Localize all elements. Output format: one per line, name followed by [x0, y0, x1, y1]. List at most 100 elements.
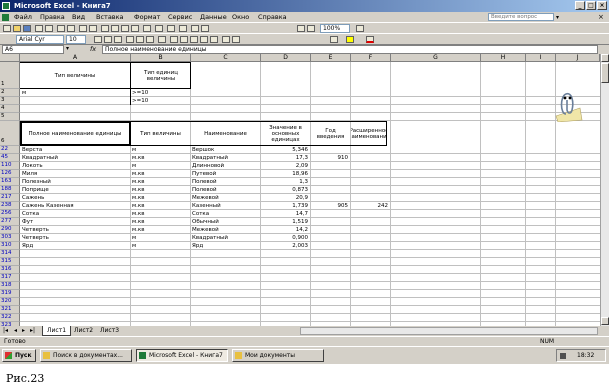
row-header[interactable]: 217 — [0, 194, 20, 202]
header-name[interactable]: Наименование — [191, 121, 260, 146]
save-icon[interactable] — [23, 25, 31, 32]
scroll-down-button[interactable] — [601, 317, 609, 325]
row-header-4[interactable]: 4 — [0, 105, 20, 113]
last-sheet-icon[interactable]: ▸| — [30, 327, 35, 334]
close-button[interactable]: × — [597, 1, 607, 10]
row-header[interactable]: 319 — [0, 290, 20, 298]
menu-help[interactable]: Справка — [258, 12, 287, 22]
italic-icon[interactable] — [104, 36, 112, 43]
sort-descending-icon[interactable] — [201, 25, 209, 32]
sort-ascending-icon[interactable] — [191, 25, 199, 32]
row-header-3[interactable]: 3 — [0, 97, 20, 105]
row-header[interactable]: 110 — [0, 162, 20, 170]
increase-indent-icon[interactable] — [232, 36, 240, 43]
merge-center-icon[interactable] — [158, 36, 166, 43]
new-icon[interactable] — [3, 25, 11, 32]
row-header[interactable]: 126 — [0, 170, 20, 178]
row-header[interactable]: 318 — [0, 282, 20, 290]
column-header-e[interactable]: E — [311, 54, 351, 62]
row-header-6[interactable]: 6 — [0, 121, 20, 146]
align-left-icon[interactable] — [126, 36, 134, 43]
menu-insert[interactable]: Вставка — [96, 12, 124, 22]
hyperlink-icon[interactable] — [167, 25, 175, 32]
permission-icon[interactable] — [35, 25, 43, 32]
horizontal-scrollbar[interactable] — [300, 327, 598, 335]
chart-wizard-icon[interactable] — [297, 25, 305, 32]
drawing-icon[interactable] — [307, 25, 315, 32]
row-header[interactable]: 163 — [0, 178, 20, 186]
header-extended-name[interactable]: Расширенное наименование — [351, 121, 387, 146]
row-header[interactable]: 22 — [0, 146, 20, 154]
header-quantity-type[interactable]: Тип величины — [131, 121, 190, 146]
font-select[interactable]: Arial Cyr — [16, 35, 64, 44]
borders-icon[interactable] — [330, 36, 338, 43]
worksheet-grid[interactable]: A B C D E F G H I J 1 2 3 4 5 Тип величи… — [0, 54, 600, 326]
column-header-c[interactable]: C — [191, 54, 261, 62]
font-size-select[interactable]: 10 — [66, 35, 86, 44]
column-header-b[interactable]: B — [131, 54, 191, 62]
row-header[interactable]: 310 — [0, 242, 20, 250]
speaker-icon[interactable] — [560, 353, 566, 359]
tab-sheet2[interactable]: Лист2 — [74, 326, 93, 335]
open-icon[interactable] — [13, 25, 21, 32]
autosum-icon[interactable] — [179, 25, 187, 32]
underline-icon[interactable] — [114, 36, 122, 43]
criteria-value[interactable]: >=10 — [132, 89, 148, 97]
column-header-j[interactable]: J — [556, 54, 600, 62]
tab-sheet1[interactable]: Лист1 — [42, 326, 72, 336]
formula-input[interactable]: Полное наименование единицы — [102, 45, 598, 54]
criteria-value[interactable]: >=10 — [132, 97, 148, 105]
column-header-g[interactable]: G — [391, 54, 481, 62]
vertical-scrollbar[interactable] — [600, 54, 609, 326]
email-icon[interactable] — [45, 25, 53, 32]
paste-icon[interactable] — [121, 25, 129, 32]
scroll-thumb[interactable] — [601, 63, 609, 83]
tab-sheet3[interactable]: Лист3 — [100, 326, 119, 335]
font-color-icon[interactable] — [366, 36, 374, 43]
cut-icon[interactable] — [101, 25, 109, 32]
help-icon[interactable] — [356, 25, 364, 32]
next-sheet-icon[interactable]: ▸ — [22, 327, 25, 334]
row-header[interactable]: 320 — [0, 298, 20, 306]
row-header[interactable]: 303 — [0, 234, 20, 242]
research-icon[interactable] — [89, 25, 97, 32]
print-icon[interactable] — [57, 25, 65, 32]
comma-icon[interactable] — [190, 36, 198, 43]
help-search-input[interactable] — [488, 13, 554, 21]
first-sheet-icon[interactable]: |◂ — [3, 327, 8, 334]
spelling-icon[interactable] — [79, 25, 87, 32]
row-header[interactable]: 314 — [0, 250, 20, 258]
menu-edit[interactable]: Правка — [40, 12, 65, 22]
task-my-documents[interactable]: Мои документы — [232, 349, 324, 362]
row-header[interactable]: 316 — [0, 266, 20, 274]
function-icon[interactable]: fx — [90, 45, 96, 53]
undo-icon[interactable] — [143, 25, 151, 32]
redo-icon[interactable] — [155, 25, 163, 32]
row-header-5[interactable]: 5 — [0, 113, 20, 121]
print-preview-icon[interactable] — [67, 25, 75, 32]
row-header-2[interactable]: 2 — [0, 89, 20, 97]
row-header[interactable]: 317 — [0, 274, 20, 282]
office-assistant[interactable] — [552, 88, 584, 123]
row-header[interactable]: 238 — [0, 202, 20, 210]
row-header[interactable]: 321 — [0, 306, 20, 314]
menu-file[interactable]: Файл — [14, 12, 32, 22]
increase-decimal-icon[interactable] — [200, 36, 208, 43]
menu-window[interactable]: Окно — [232, 12, 249, 22]
select-all-corner[interactable] — [0, 54, 20, 62]
menu-tools[interactable]: Сервис — [168, 12, 192, 22]
row-header[interactable]: 256 — [0, 210, 20, 218]
row-header[interactable]: 315 — [0, 258, 20, 266]
row-header[interactable]: 45 — [0, 154, 20, 162]
column-header-f[interactable]: F — [351, 54, 391, 62]
name-box-dropdown-icon[interactable]: ▾ — [66, 45, 69, 52]
column-header-i[interactable]: I — [526, 54, 556, 62]
doc-close-icon[interactable]: × — [598, 12, 604, 22]
menu-format[interactable]: Формат — [134, 12, 160, 22]
decrease-decimal-icon[interactable] — [210, 36, 218, 43]
column-header-h[interactable]: H — [481, 54, 526, 62]
row-header[interactable]: 290 — [0, 226, 20, 234]
column-header-a[interactable]: A — [20, 54, 131, 62]
fill-color-icon[interactable] — [346, 36, 354, 43]
prev-sheet-icon[interactable]: ◂ — [14, 327, 17, 334]
